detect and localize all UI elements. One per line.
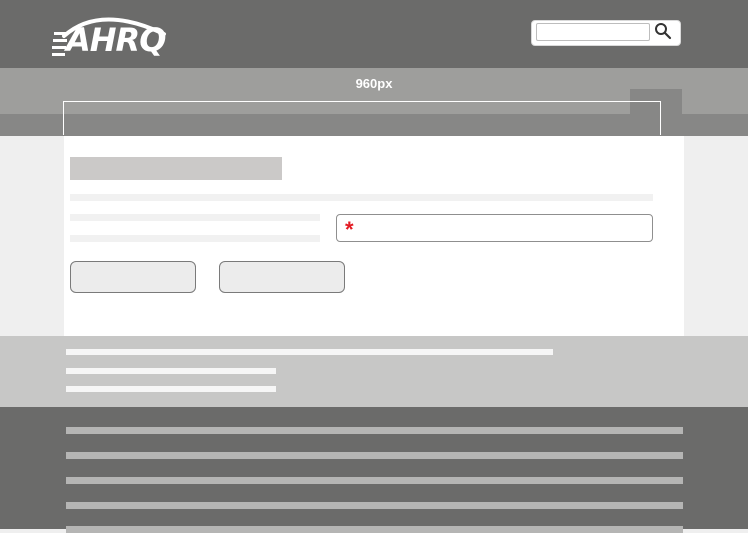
footer-text-placeholder [66,427,683,434]
form-button-primary[interactable] [70,261,196,293]
footer-text-placeholder [66,526,683,533]
field-label-placeholder [70,235,320,242]
content-width-frame [63,101,661,135]
footer-link-placeholder[interactable] [66,349,553,355]
search-icon [655,23,672,40]
search-input[interactable] [536,23,650,41]
description-placeholder [70,194,653,201]
footer-link-placeholder[interactable] [66,386,276,392]
site-logo[interactable]: AHRQ [66,20,166,60]
width-label: 960px [355,76,393,91]
form-button-secondary[interactable] [219,261,345,293]
required-input-field[interactable] [336,214,653,242]
footer-text-placeholder [66,502,683,509]
footer-text-placeholder [66,477,683,484]
search-button[interactable] [652,22,674,42]
required-asterisk: * [345,217,354,242]
footer-text-placeholder [66,452,683,459]
page-title-placeholder [70,157,282,180]
footer-lower [0,407,748,529]
footer-link-placeholder[interactable] [66,368,276,374]
field-label-placeholder [70,214,320,221]
